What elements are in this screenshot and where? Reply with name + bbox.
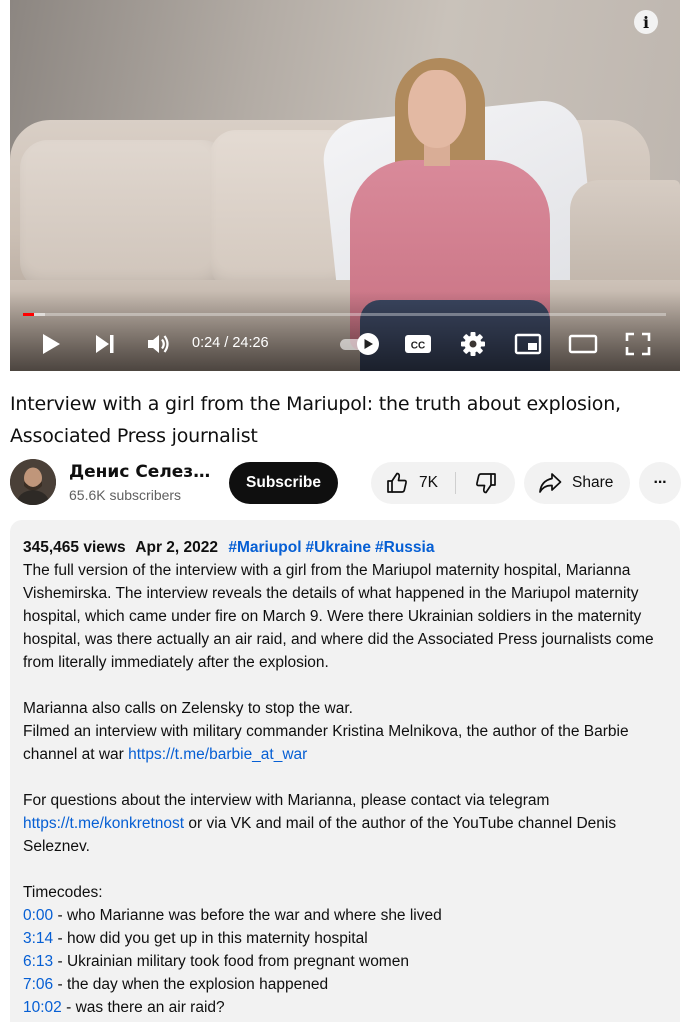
next-icon: [96, 335, 114, 353]
volume-icon: [148, 335, 169, 353]
timecode-text: - who Marianne was before the war and wh…: [53, 907, 442, 924]
konkretnost-telegram-link[interactable]: https://t.me/konkretnost: [23, 815, 184, 832]
video-frame-person-face: [408, 70, 466, 148]
timecodes-section: Timecodes: 0:00 - who Marianne was befor…: [23, 881, 673, 1019]
progress-bar[interactable]: [23, 313, 666, 316]
like-count: 7K: [419, 474, 438, 491]
miniplayer-button[interactable]: [513, 330, 543, 358]
settings-button[interactable]: [459, 330, 487, 358]
miniplayer-icon: [514, 333, 542, 355]
current-time: 0:24: [192, 335, 221, 351]
time-display: 0:24 / 24:26: [192, 335, 269, 351]
timecode-text: - was there an air raid?: [61, 999, 225, 1016]
fullscreen-icon: [625, 332, 651, 356]
upload-date: Apr 2, 2022: [135, 539, 219, 556]
timecode-row: 3:14 - how did you get up in this matern…: [23, 927, 673, 950]
share-button[interactable]: Share: [524, 462, 630, 504]
svg-text:CC: CC: [411, 341, 425, 352]
timecode-row: 6:13 - Ukrainian military took food from…: [23, 950, 673, 973]
share-icon: [539, 473, 562, 493]
subscriber-count: 65.6K subscribers: [69, 487, 182, 503]
timecode-link[interactable]: 7:06: [23, 976, 53, 993]
autoplay-toggle[interactable]: [338, 330, 382, 358]
more-actions-button[interactable]: ···: [639, 462, 681, 504]
avatar-icon: [10, 459, 56, 505]
captions-icon: CC: [405, 335, 431, 353]
description-paragraph: Marianna also calls on Zelensky to stop …: [23, 697, 673, 766]
description-paragraph: For questions about the interview with M…: [23, 789, 673, 858]
fullscreen-button[interactable]: [624, 330, 652, 358]
video-frame-cushion: [20, 140, 230, 290]
description-line: Marianna also calls on Zelensky to stop …: [23, 700, 353, 717]
timecode-link[interactable]: 10:02: [23, 999, 62, 1016]
description-meta: 345,465 views Apr 2, 2022 #Mariupol #Ukra…: [23, 536, 673, 559]
timecode-link[interactable]: 0:00: [23, 907, 53, 924]
timecode-row: 0:00 - who Marianne was before the war a…: [23, 904, 673, 927]
timecode-text: - how did you get up in this maternity h…: [53, 930, 368, 947]
theater-icon: [568, 334, 598, 354]
timecode-text: - Ukrainian military took food from preg…: [53, 953, 409, 970]
timecode-row: 7:06 - the day when the explosion happen…: [23, 973, 673, 996]
play-icon: [43, 334, 60, 354]
description-text: For questions about the interview with M…: [23, 792, 550, 809]
dislike-button[interactable]: [456, 462, 515, 504]
progress-played: [23, 313, 34, 316]
description-line: Filmed an interview with military comman…: [23, 720, 673, 766]
thumbs-down-icon: [475, 473, 496, 494]
info-icon[interactable]: i: [634, 10, 658, 34]
video-player[interactable]: i 0:24 / 24:26 CC: [10, 0, 680, 371]
subscribe-button[interactable]: Subscribe: [229, 462, 338, 504]
timecode-text: - the day when the explosion happened: [53, 976, 329, 993]
duration: 24:26: [232, 335, 269, 351]
time-separator: /: [220, 335, 233, 351]
autoplay-toggle-icon: [340, 333, 379, 355]
hashtag-link[interactable]: #Russia: [375, 539, 434, 556]
timecode-link[interactable]: 3:14: [23, 930, 53, 947]
video-title: Interview with a girl from the Mariupol:…: [10, 393, 621, 447]
like-button[interactable]: 7K: [371, 462, 455, 504]
next-button[interactable]: [92, 330, 118, 358]
play-button[interactable]: [38, 330, 64, 358]
timecode-link[interactable]: 6:13: [23, 953, 53, 970]
thumbs-up-icon: [387, 472, 407, 493]
channel-avatar[interactable]: [10, 459, 56, 505]
timecode-row: 10:02 - was there an air raid?: [23, 996, 673, 1019]
volume-button[interactable]: [145, 330, 173, 358]
hashtag-link[interactable]: #Ukraine: [306, 539, 371, 556]
captions-button[interactable]: CC: [403, 330, 433, 358]
view-count: 345,465 views: [23, 539, 126, 556]
share-label: Share: [572, 474, 614, 491]
hashtag-link[interactable]: #Mariupol: [228, 539, 301, 556]
timecodes-label: Timecodes:: [23, 884, 103, 901]
like-dislike-group: 7K: [371, 462, 515, 504]
description: 345,465 views Apr 2, 2022 #Mariupol #Ukra…: [23, 536, 673, 1019]
channel-name[interactable]: Денис Селез…: [69, 462, 210, 482]
barbie-telegram-link[interactable]: https://t.me/barbie_at_war: [128, 746, 307, 763]
description-text: Filmed an interview with military comman…: [23, 723, 629, 763]
settings-icon: [461, 332, 485, 356]
description-paragraph: The full version of the interview with a…: [23, 562, 654, 671]
theater-mode-button[interactable]: [567, 330, 599, 358]
more-icon: ···: [653, 474, 668, 491]
